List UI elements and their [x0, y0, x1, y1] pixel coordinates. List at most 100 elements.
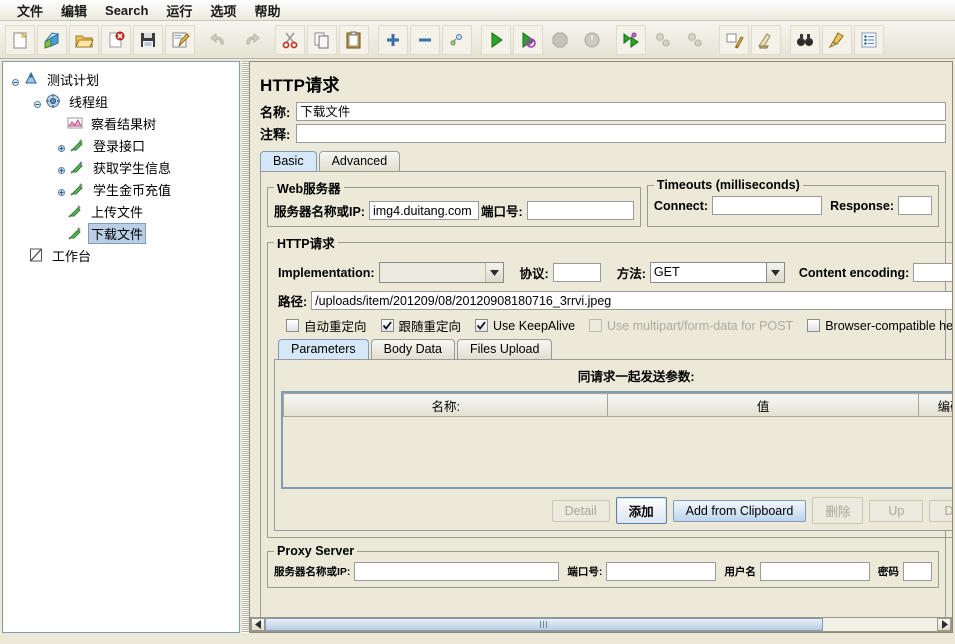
tree-node-upload-file[interactable]: 上传文件 [3, 200, 239, 222]
tree-node-view-results-tree[interactable]: 察看结果树 [3, 112, 239, 134]
browser-compatible-headers-checkbox[interactable]: Browser-compatible headers [807, 319, 952, 333]
close-file-icon-button[interactable] [101, 24, 131, 55]
timeouts-row: Connect: Response: [654, 196, 932, 215]
undo-icon-button [204, 25, 234, 55]
column-header-value[interactable]: 值 [607, 393, 919, 417]
cut-icon-button[interactable] [275, 24, 305, 55]
add-from-clipboard-button[interactable]: Add from Clipboard [672, 499, 807, 522]
proxy-server-label: 服务器名称或IP: [274, 566, 351, 578]
chevron-down-icon [767, 269, 784, 276]
tree-node-test-plan[interactable]: 测试计划 [3, 68, 239, 90]
content-encoding-label: Content encoding: [798, 265, 910, 280]
expand-handle-icon[interactable] [11, 75, 20, 86]
menu-bar: 文件 编辑 Search 运行 选项 帮助 [0, 0, 955, 21]
tab-basic[interactable]: Basic [260, 151, 317, 171]
tree-node-label: 线程组 [69, 94, 109, 110]
proxy-port-input[interactable] [606, 562, 717, 581]
expand-handle-icon[interactable] [57, 185, 66, 196]
http-sampler-icon [66, 224, 84, 242]
paste-icon-button[interactable] [339, 24, 369, 55]
menu-run[interactable]: 运行 [157, 0, 201, 22]
web-server-group: Web服务器 服务器名称或IP: img4.duitang.com 端口号: [267, 178, 641, 227]
port-input[interactable] [526, 201, 634, 220]
implementation-combo[interactable] [378, 262, 504, 283]
copy-icon-button[interactable] [307, 24, 337, 55]
path-input[interactable]: /uploads/item/201209/08/20120908180716_3… [311, 291, 952, 310]
expand-handle-icon[interactable] [57, 163, 66, 174]
scrollbar-track[interactable] [265, 618, 937, 631]
tree-node-login-api[interactable]: 登录接口 [3, 134, 239, 156]
tree-node-label-selected: 下载文件 [88, 222, 147, 244]
search-binoculars-icon-button[interactable] [790, 24, 820, 55]
open-folder-icon-button[interactable] [69, 24, 99, 55]
scroll-right-arrow-icon[interactable] [937, 618, 951, 631]
clear-icon-button[interactable] [719, 24, 749, 55]
new-file-icon-button[interactable] [5, 24, 35, 55]
http-sampler-icon [66, 202, 84, 220]
method-label: 方法: [616, 267, 646, 281]
start-icon-button[interactable] [481, 24, 511, 55]
expand-handle-icon[interactable] [57, 141, 66, 152]
response-timeout-label: Response: [830, 198, 894, 213]
save-as-icon-button[interactable] [165, 24, 195, 55]
test-plan-tree[interactable]: 测试计划 线程组 察看结果树 登录接口 获取学生信息 学生金币充值 上传文件 下… [2, 61, 240, 633]
method-combo[interactable]: GET [649, 262, 785, 283]
tree-node-get-student-info[interactable]: 获取学生信息 [3, 156, 239, 178]
tab-parameters[interactable]: Parameters [278, 339, 369, 359]
follow-redirects-checkbox[interactable]: 跟随重定向 [380, 316, 461, 335]
use-keepalive-checkbox[interactable]: Use KeepAlive [475, 319, 575, 333]
remote-start-all-icon-button[interactable] [616, 24, 646, 55]
tree-node-thread-group[interactable]: 线程组 [3, 90, 239, 112]
expand-handle-icon[interactable] [33, 97, 42, 108]
server-input[interactable]: img4.duitang.com [368, 201, 479, 220]
response-timeout-input[interactable] [898, 196, 932, 215]
proxy-row: 服务器名称或IP: 端口号: 用户名 密码 [274, 562, 932, 581]
horizontal-scrollbar[interactable] [250, 617, 952, 632]
collapse-all-icon-button[interactable] [410, 24, 440, 55]
tab-advanced[interactable]: Advanced [318, 151, 401, 171]
menu-options[interactable]: 选项 [201, 0, 245, 22]
tab-files-upload[interactable]: Files Upload [456, 339, 553, 359]
expand-all-icon-button[interactable] [378, 24, 408, 55]
reset-search-icon-button[interactable] [822, 24, 852, 55]
column-header-encode[interactable]: 编码? [917, 393, 952, 417]
view-results-tree-icon [66, 114, 84, 132]
implementation-label: Implementation: [278, 265, 375, 280]
proxy-username-input[interactable] [759, 562, 870, 581]
clear-all-icon-button[interactable] [751, 24, 781, 55]
content-encoding-input[interactable] [913, 263, 952, 282]
parameters-table-body-empty[interactable] [283, 417, 952, 487]
connect-timeout-input[interactable] [712, 196, 823, 215]
add-button[interactable]: 添加 [615, 497, 667, 524]
toggle-icon-button[interactable] [442, 24, 472, 55]
scroll-left-arrow-icon[interactable] [251, 618, 265, 631]
path-label: 路径: [278, 295, 308, 309]
auto-redirect-checkbox[interactable]: 自动重定向 [286, 316, 367, 335]
thread-group-icon [44, 92, 62, 110]
scrollbar-thumb[interactable] [265, 618, 823, 631]
tree-node-download-file[interactable]: 下载文件 [3, 222, 239, 244]
proxy-server-input[interactable] [354, 562, 560, 581]
server-label: 服务器名称或IP: [274, 205, 365, 219]
menu-help[interactable]: 帮助 [245, 0, 289, 22]
tree-node-student-coin-recharge[interactable]: 学生金币充值 [3, 178, 239, 200]
tree-node-workbench[interactable]: 工作台 [3, 244, 239, 266]
http-sampler-icon [68, 136, 86, 154]
name-label: 名称: [260, 105, 291, 120]
menu-search[interactable]: Search [96, 1, 157, 20]
save-icon-button[interactable] [133, 24, 163, 55]
port-label: 端口号: [480, 205, 523, 219]
name-input[interactable]: 下载文件 [296, 102, 946, 121]
protocol-input[interactable] [552, 263, 601, 282]
menu-file[interactable]: 文件 [8, 0, 52, 22]
templates-icon-button[interactable] [37, 24, 67, 55]
menu-edit[interactable]: 编辑 [52, 0, 96, 22]
column-header-name[interactable]: 名称: [282, 393, 609, 417]
parameters-table[interactable]: 名称: 值 编码? [281, 391, 952, 489]
tab-body-data[interactable]: Body Data [370, 339, 455, 359]
comment-input[interactable] [296, 124, 946, 143]
function-helper-icon-button[interactable] [854, 24, 884, 55]
start-no-pauses-icon-button[interactable] [513, 24, 543, 55]
proxy-password-input[interactable] [902, 562, 932, 581]
workbench-icon [27, 246, 45, 264]
